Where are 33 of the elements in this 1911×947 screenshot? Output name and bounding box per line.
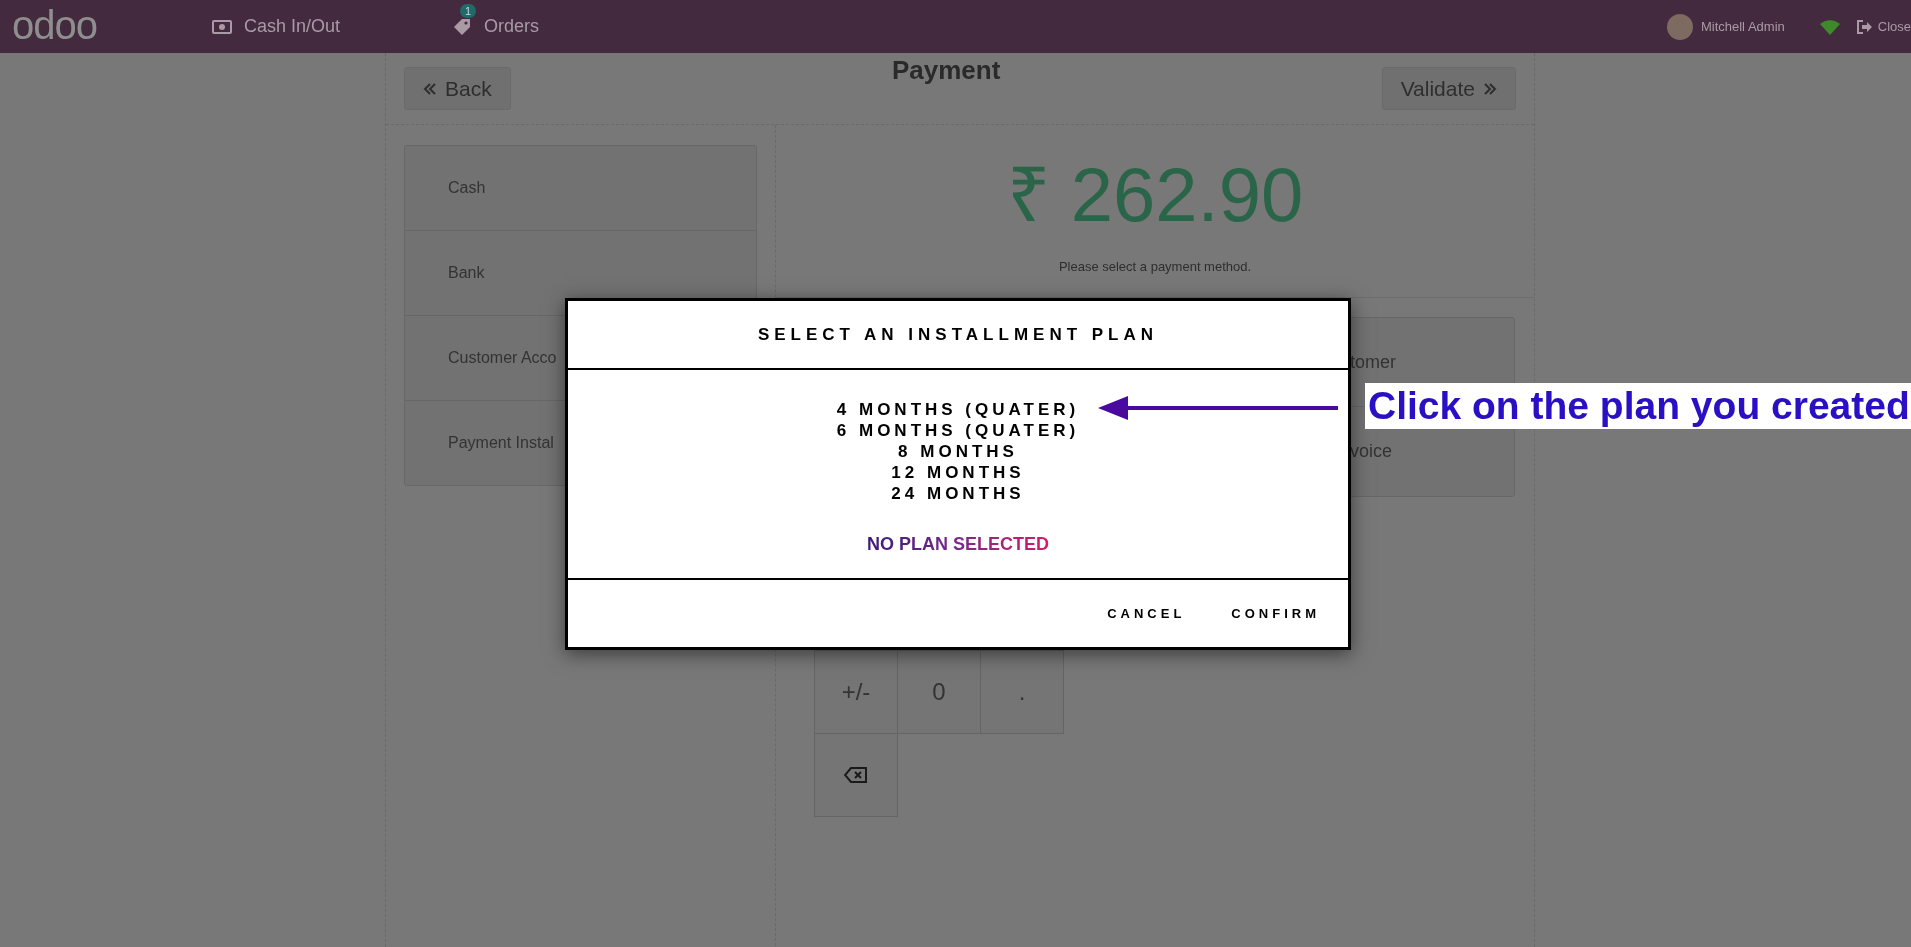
payment-method[interactable]: Cash (405, 146, 756, 231)
plan-option[interactable]: 12 MONTHS (889, 462, 1027, 483)
dialog-button[interactable]: CANCEL (1107, 606, 1186, 621)
wifi-icon (1818, 18, 1841, 35)
back-button[interactable]: Back (404, 67, 511, 110)
tag-icon (452, 16, 473, 37)
dialog-button[interactable]: CONFIRM (1231, 606, 1320, 621)
screen-title: Payment (890, 55, 1002, 86)
sign-out-icon (1856, 19, 1873, 34)
navbar-item[interactable]: Orders (452, 16, 540, 37)
backspace-key[interactable] (814, 733, 898, 817)
plan-option[interactable]: 8 MONTHS (896, 441, 1020, 462)
numpad-key[interactable]: 0 (897, 650, 981, 734)
annotation-tooltip: Click on the plan you created (1365, 383, 1911, 429)
dialog-title: SELECT AN INSTALLMENT PLAN (568, 301, 1348, 370)
double-chevron-left-icon (423, 81, 437, 96)
plan-option[interactable]: 24 MONTHS (889, 483, 1027, 504)
navbar-item[interactable]: Cash In/Out (212, 16, 341, 37)
double-chevron-right-icon (1483, 81, 1497, 96)
amount-due: ₹ 262.90 (1006, 153, 1304, 237)
validate-button[interactable]: Validate (1381, 67, 1516, 110)
numpad-key[interactable]: . (980, 650, 1064, 734)
banknote-icon (212, 19, 232, 34)
backspace-icon (844, 767, 868, 783)
plan-option[interactable]: 4 MONTHS (QUATER) (834, 399, 1082, 420)
count-badge: 1 (460, 4, 477, 18)
logo: odoo (12, 4, 98, 45)
hint-text: Please select a payment method. (1058, 259, 1252, 274)
avatar (1666, 13, 1693, 40)
close-button[interactable]: Close (1856, 19, 1911, 34)
plan-option[interactable]: 6 MONTHS (QUATER) (834, 420, 1082, 441)
numpad-key[interactable]: +/- (814, 650, 898, 734)
user-name[interactable]: Mitchell Admin (1700, 19, 1785, 34)
